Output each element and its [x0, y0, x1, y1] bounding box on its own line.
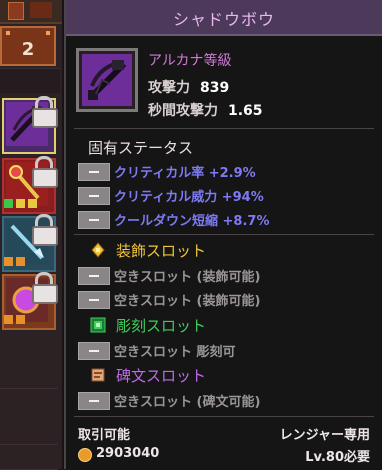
lock-icon [30, 156, 58, 188]
empty-slot-text: 空きスロット 彫刻可 [114, 345, 236, 360]
empty-slot-text: 空きスロット (碑文可能) [114, 395, 261, 410]
divider [74, 234, 374, 235]
gem-yellow-icon [28, 199, 37, 208]
innate-stats-header: 固有ステータス [88, 139, 194, 157]
minus-icon [78, 392, 110, 410]
divider [74, 128, 374, 129]
strip-divider [0, 68, 60, 93]
aps-value: 1.65 [228, 103, 263, 119]
engraving-gem-icon [90, 317, 106, 333]
inventory-slot-4[interactable] [0, 272, 58, 330]
lock-icon [30, 272, 58, 304]
decoration-gem-icon [91, 242, 105, 258]
aps-stat: 秒間攻撃力 1.65 [148, 100, 263, 120]
inventory-slot-empty[interactable] [0, 336, 58, 389]
gem-green-icon [4, 199, 13, 208]
gem-orange-icon [4, 257, 13, 266]
decoration-slot-label: 装飾スロット [116, 242, 207, 260]
divider [74, 416, 374, 417]
gem-orange-icon [4, 315, 13, 324]
rune-slot-row[interactable]: 空きスロット (碑文可能) [78, 390, 374, 410]
badge-rivet-icon [6, 31, 10, 35]
gem-orange-icon [16, 257, 25, 266]
lock-icon [30, 214, 58, 246]
badge-rivet-icon [46, 31, 50, 35]
class-requirement: レンジャー専用 [279, 428, 370, 443]
rune-slot-header: 碑文スロット [90, 365, 370, 387]
inventory-slot-empty[interactable] [0, 392, 58, 445]
inventory-slot-3[interactable] [0, 214, 58, 272]
inventory-slot-bow-selected[interactable] [0, 96, 58, 154]
tooltip-title-bar: シャドウボウ [66, 0, 382, 36]
minus-icon [78, 211, 110, 229]
scroll-icon [91, 368, 105, 382]
shadow-bow-icon [87, 60, 127, 101]
minus-icon [78, 342, 110, 360]
decoration-slot-header: 装飾スロット [90, 240, 370, 262]
aps-label: 秒間攻撃力 [148, 103, 218, 119]
inventory-count: 2 [21, 39, 35, 60]
tradable-label: 取引可能 [78, 428, 131, 443]
gem-orange-icon [16, 315, 25, 324]
decoration-slot-row[interactable]: 空きスロット (装飾可能) [78, 265, 374, 285]
minus-icon [78, 291, 110, 309]
attack-label: 攻撃力 [148, 80, 190, 96]
inventory-header-deco [0, 0, 62, 24]
item-icon-frame [76, 48, 138, 112]
engraving-slot-header: 彫刻スロット [90, 315, 370, 337]
innate-stat-text: クリティカル威力 +94% [114, 190, 264, 205]
engraving-slot-row[interactable]: 空きスロット 彫刻可 [78, 340, 374, 360]
inventory-strip: 2 [0, 0, 62, 470]
innate-stat-text: クールダウン短縮 +8.7% [114, 214, 270, 229]
engraving-slot-label: 彫刻スロット [116, 317, 207, 335]
sell-price: 2903040 [96, 446, 160, 461]
attack-stat: 攻撃力 839 [148, 77, 229, 97]
inventory-count-badge[interactable]: 2 [0, 26, 56, 66]
deco-block [8, 2, 24, 20]
item-rarity: アルカナ等級 [148, 53, 232, 69]
inventory-slot-2[interactable] [0, 156, 58, 214]
attack-value: 839 [200, 80, 230, 96]
empty-slot-text: 空きスロット (装飾可能) [114, 270, 261, 285]
empty-slot-text: 空きスロット (装飾可能) [114, 294, 261, 309]
item-name: シャドウボウ [172, 10, 275, 29]
item-icon-bg [82, 54, 132, 106]
gold-coin-icon [78, 448, 92, 462]
rune-slot-label: 碑文スロット [116, 367, 207, 385]
item-tooltip: シャドウボウ アルカナ等級 攻撃力 839 秒間攻撃力 1.65 固有ステータス ク… [64, 0, 382, 469]
innate-stat-row: クリティカル威力 +94% [78, 185, 374, 205]
innate-stat-text: クリティカル率 +2.9% [114, 166, 256, 181]
minus-icon [78, 163, 110, 181]
deco-block [30, 2, 52, 18]
lock-icon [30, 96, 58, 128]
innate-stat-row: クールダウン短縮 +8.7% [78, 209, 374, 229]
level-requirement: Lv.80必要 [305, 450, 370, 465]
innate-stat-row: クリティカル率 +2.9% [78, 161, 374, 181]
decoration-slot-row[interactable]: 空きスロット (装飾可能) [78, 289, 374, 309]
minus-icon [78, 267, 110, 285]
gem-yellow-icon [16, 199, 25, 208]
inventory-slot-empty[interactable] [0, 448, 58, 470]
minus-icon [78, 187, 110, 205]
